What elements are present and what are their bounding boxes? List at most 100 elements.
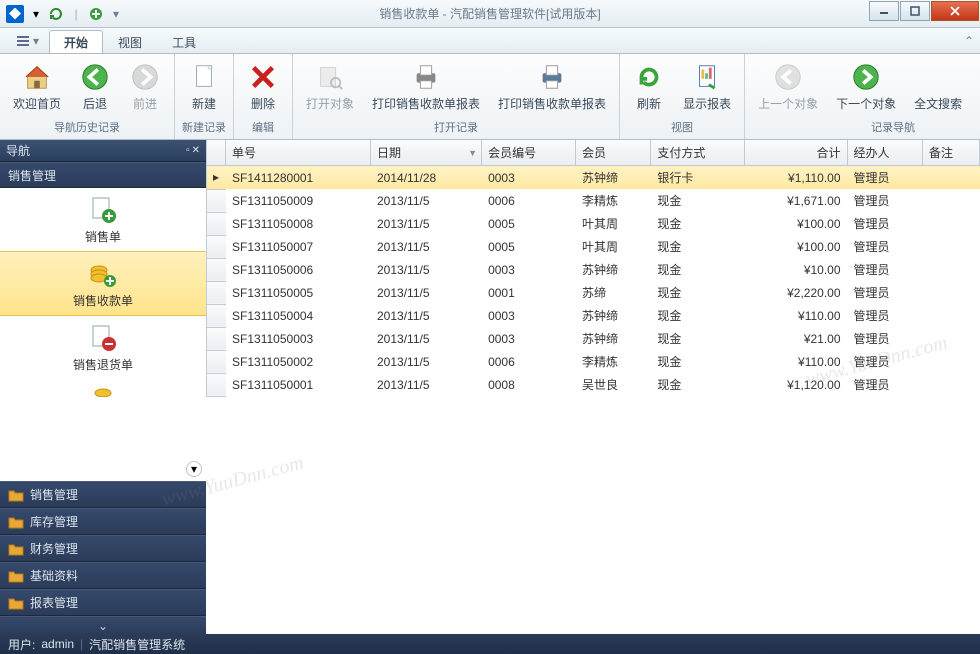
ribbon-delete-button[interactable]: 删除 [240,58,286,115]
cell-no: SF1311050001 [226,373,371,396]
qat-separator-icon: | [68,6,84,22]
ribbon-label: 新建 [192,95,216,112]
cell-member: 苏钟缔 [575,166,650,190]
ribbon-label: 打开对象 [306,95,354,112]
ribbon-label: 删除 [251,95,275,112]
minimize-button[interactable] [869,1,899,21]
table-row[interactable]: SF1311050008 2013/11/5 0005 叶其周 现金 ¥100.… [207,212,980,235]
qat-caret-icon[interactable]: ▾ [108,6,124,22]
ribbon-open-button: 打开对象 [299,58,361,115]
cell-op: 管理员 [847,212,922,235]
ribbon-label: 打印销售收款单报表 [372,95,480,112]
tab-tools[interactable]: 工具 [157,30,211,53]
col-header-0[interactable]: 单号 [226,140,371,166]
col-header-7[interactable]: 备注 [922,140,979,166]
next-icon [850,61,882,93]
table-row[interactable]: SF1311050003 2013/11/5 0003 苏钟缔 现金 ¥21.0… [207,327,980,350]
new-icon [188,61,220,93]
cell-op: 管理员 [847,281,922,304]
data-grid[interactable]: 单号日期▼会员编号会员支付方式合计经办人备注▸ SF1411280001 201… [206,140,980,634]
col-header-1[interactable]: 日期▼ [371,140,482,166]
cell-date: 2013/11/5 [371,373,482,396]
sidebar-close-icon[interactable]: ✕ [192,145,200,156]
cell-member: 吴世良 [575,373,650,396]
qat-add-icon[interactable] [88,6,104,22]
sidebar-scroll-down-icon[interactable]: ▾ [186,461,202,477]
cell-mid: 0005 [482,212,576,235]
sidebar-item-0[interactable]: 销售单 [0,188,206,251]
sidebar-item-1[interactable]: 销售收款单 [0,251,206,316]
collapse-ribbon-icon[interactable]: ⌃ [964,34,974,48]
sidebar-category-4[interactable]: 报表管理 [0,589,206,616]
sidebar-pin-icon[interactable]: ▫ [186,145,190,156]
menubar: ▾ 开始 视图 工具 ⌃ [0,28,980,54]
col-header-4[interactable]: 支付方式 [651,140,745,166]
ribbon-search-button[interactable]: 全文搜索 [907,58,969,115]
close-button[interactable] [931,1,979,21]
sidebar-expand-button[interactable]: ⌄ [0,616,206,634]
tab-start[interactable]: 开始 [49,30,103,53]
sidebar-item-label: 销售退货单 [73,356,133,373]
sidebar-item-partial [0,379,206,397]
ribbon-label: 打印销售收款单报表 [498,95,606,112]
print2-icon [536,61,568,93]
cell-op: 管理员 [847,166,922,190]
table-row[interactable]: SF1311050002 2013/11/5 0006 李精炼 现金 ¥110.… [207,350,980,373]
ribbon-home-button[interactable]: 欢迎首页 [6,58,68,115]
table-row[interactable]: SF1311050001 2013/11/5 0008 吴世良 现金 ¥1,12… [207,373,980,396]
table-row[interactable]: ▸ SF1411280001 2014/11/28 0003 苏钟缔 银行卡 ¥… [207,166,980,190]
col-header-6[interactable]: 经办人 [847,140,922,166]
table-row[interactable]: SF1311050009 2013/11/5 0006 李精炼 现金 ¥1,67… [207,189,980,212]
ribbon-new-button[interactable]: 新建 [181,58,227,115]
ribbon-back-button[interactable]: 后退 [72,58,118,115]
col-header-3[interactable]: 会员 [575,140,650,166]
qat-dropdown-icon[interactable]: ▾ [28,6,44,22]
cell-pay: 现金 [651,350,745,373]
sort-desc-icon: ▼ [468,148,477,158]
cell-remark [922,212,979,235]
table-row[interactable]: SF1311050004 2013/11/5 0003 苏钟缔 现金 ¥110.… [207,304,980,327]
ribbon-refresh-button[interactable]: 刷新 [626,58,672,115]
table-row[interactable]: SF1311050007 2013/11/5 0005 叶其周 现金 ¥100.… [207,235,980,258]
cell-total: ¥2,220.00 [745,281,847,304]
cell-total: ¥21.00 [745,327,847,350]
ribbon-report-button[interactable]: 显示报表 [676,58,738,115]
sidebar-item-2[interactable]: 销售退货单 [0,316,206,379]
doc-plus-icon [87,194,119,226]
col-header-5[interactable]: 合计 [745,140,847,166]
cell-mid: 0003 [482,304,576,327]
ribbon-print-button[interactable]: 打印销售收款单报表 [365,58,487,115]
menu-dropdown[interactable]: ▾ [6,28,49,53]
table-row[interactable]: SF1311050006 2013/11/5 0003 苏钟缔 现金 ¥10.0… [207,258,980,281]
sidebar: 导航 ▫ ✕ 销售管理 销售单销售收款单销售退货单▾ 销售管理库存管理财务管理基… [0,140,206,634]
ribbon-version-button[interactable]: 版本信息 [973,58,980,115]
forward-icon [129,61,161,93]
cell-mid: 0001 [482,281,576,304]
sidebar-category-0[interactable]: 销售管理 [0,481,206,508]
cell-pay: 现金 [651,258,745,281]
sidebar-category-1[interactable]: 库存管理 [0,508,206,535]
col-header-2[interactable]: 会员编号 [482,140,576,166]
cell-member: 苏缔 [575,281,650,304]
ribbon-print2-button[interactable]: 打印销售收款单报表 [491,58,613,115]
ribbon-label: 全文搜索 [914,95,962,112]
sidebar-section-title[interactable]: 销售管理 [0,162,206,188]
sidebar-category-2[interactable]: 财务管理 [0,535,206,562]
cell-pay: 现金 [651,212,745,235]
ribbon-label: 前进 [133,95,157,112]
cell-date: 2013/11/5 [371,212,482,235]
tab-view[interactable]: 视图 [103,30,157,53]
cell-op: 管理员 [847,189,922,212]
cell-no: SF1311050002 [226,350,371,373]
cell-date: 2014/11/28 [371,166,482,190]
qat-refresh-icon[interactable] [48,6,64,22]
status-user: admin [41,637,74,651]
ribbon-group-title: 新建记录 [181,117,227,137]
cell-member: 叶其周 [575,235,650,258]
ribbon-group-title: 编辑 [240,117,286,137]
ribbon-next-button[interactable]: 下一个对象 [829,58,903,115]
maximize-button[interactable] [900,1,930,21]
table-row[interactable]: SF1311050005 2013/11/5 0001 苏缔 现金 ¥2,220… [207,281,980,304]
sidebar-category-3[interactable]: 基础资料 [0,562,206,589]
cell-remark [922,258,979,281]
